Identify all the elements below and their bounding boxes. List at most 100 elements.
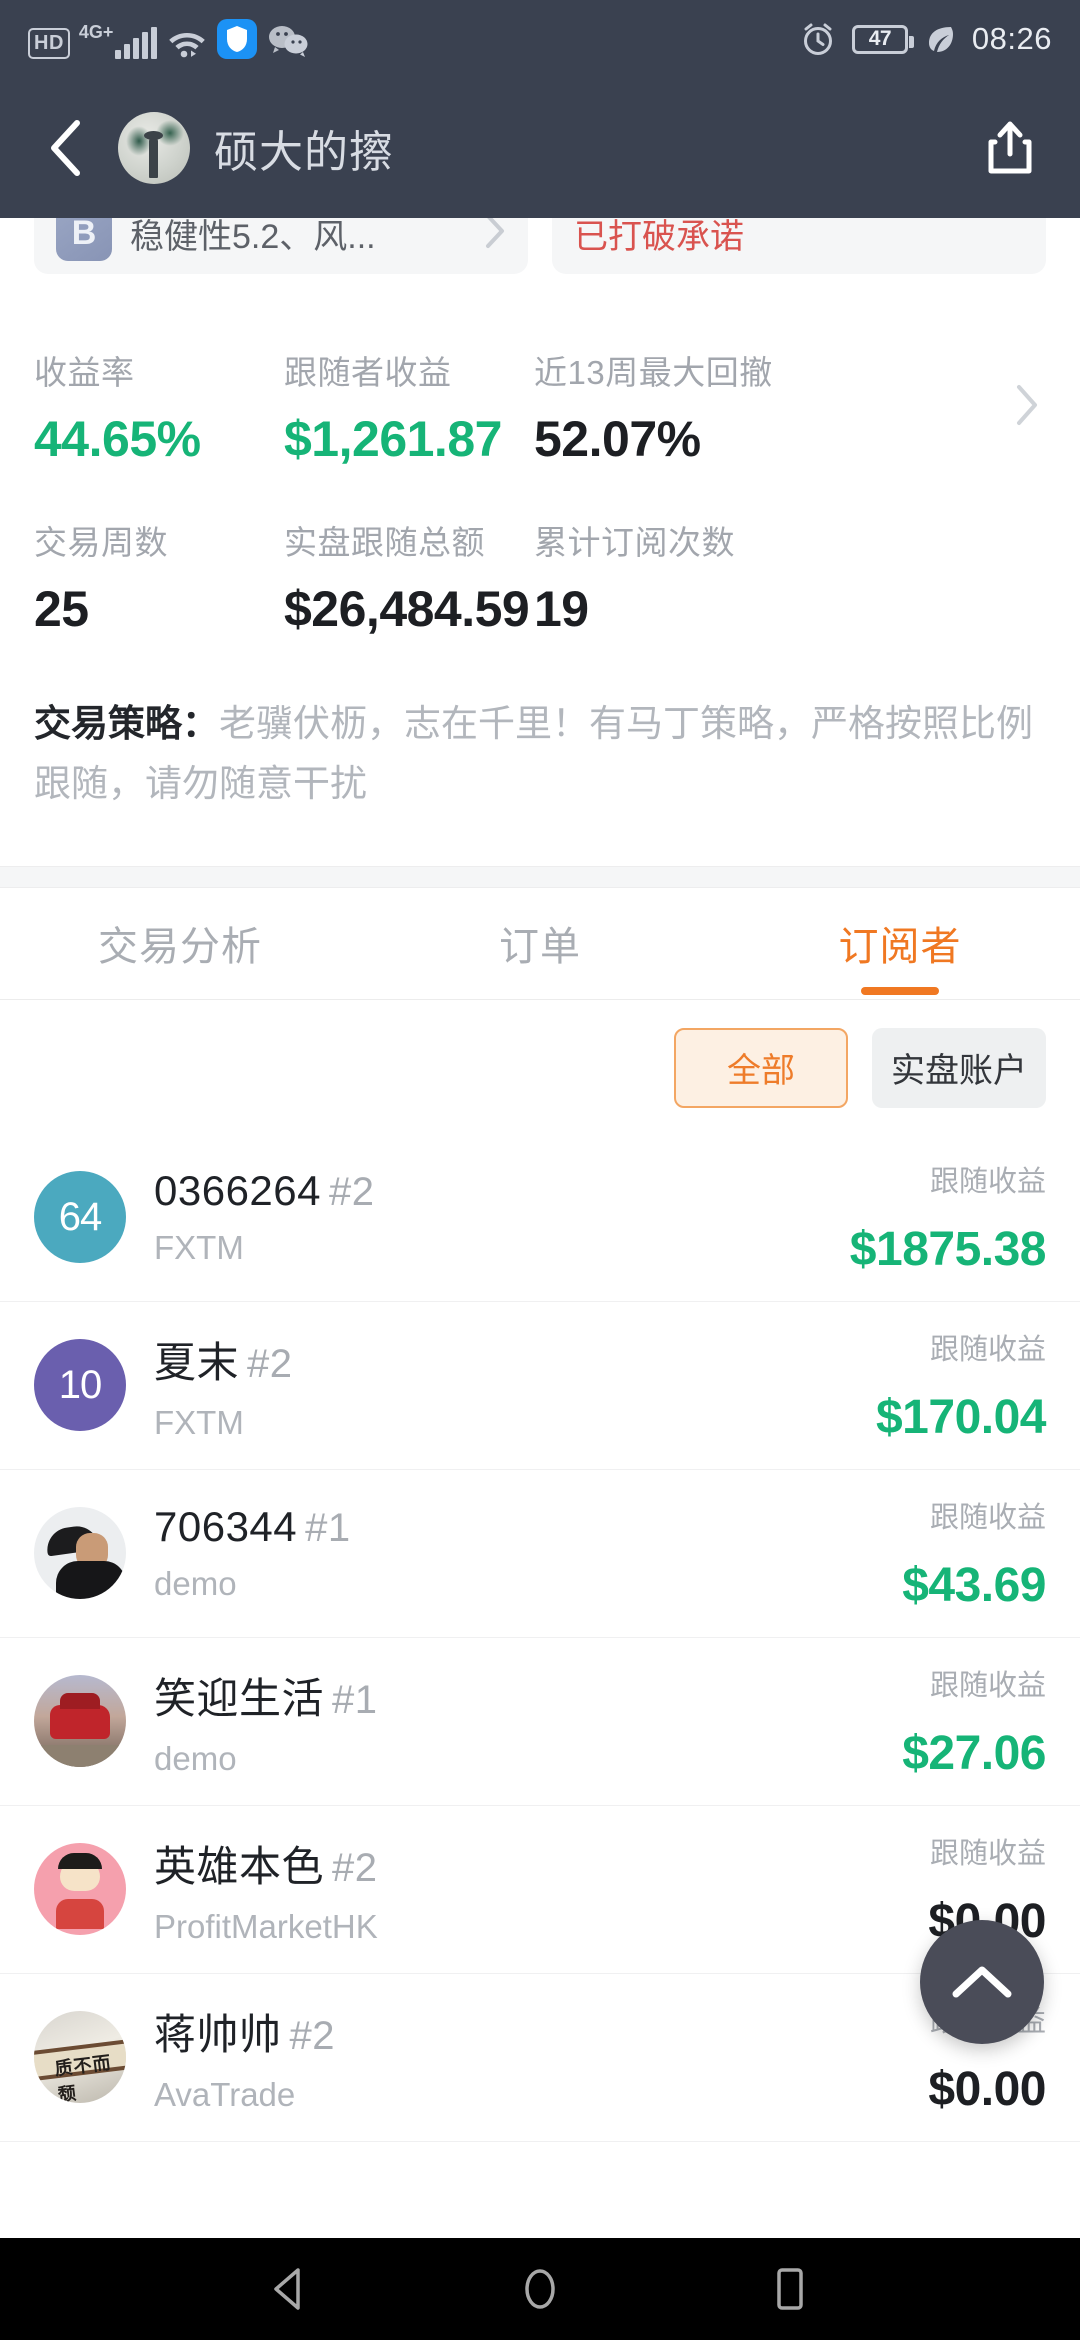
row-main: 0366264 #2 FXTM bbox=[154, 1167, 375, 1267]
android-recents-icon bbox=[777, 2268, 803, 2310]
table-row[interactable]: 英雄本色#2 ProfitMarketHK 跟随收益 $0.00 bbox=[0, 1806, 1080, 1974]
stat-label: 收益率 bbox=[34, 354, 135, 391]
avatar: 64 bbox=[34, 1171, 126, 1264]
stat-value: 44.65% bbox=[34, 411, 201, 467]
row-main: 蒋帅帅 #2 AvaTrade bbox=[154, 2001, 335, 2114]
subscriber-name: 0366264 #2 bbox=[154, 1167, 375, 1215]
network-type-label: 4G+ bbox=[78, 22, 114, 42]
subscriber-broker: ProfitMarketHK bbox=[154, 1907, 378, 1945]
row-profit: 跟随收益 $27.06 bbox=[902, 1662, 1046, 1781]
risk-badge-icon: B bbox=[56, 218, 112, 261]
stats-detail-chevron[interactable] bbox=[1014, 383, 1046, 432]
scroll-to-top-chevron-icon bbox=[952, 1966, 1012, 1998]
tab-active-underline bbox=[861, 986, 939, 995]
subscriber-tag: #1 bbox=[305, 1506, 351, 1551]
subscriber-name-text: 706344 bbox=[154, 1503, 298, 1551]
section-divider bbox=[0, 865, 1080, 888]
avatar-sign-text: 质不而颓 bbox=[53, 2052, 113, 2104]
wifi-icon bbox=[166, 27, 208, 59]
tab-label: 交易分析 bbox=[98, 925, 262, 970]
row-profit: 跟随收益 $170.04 bbox=[875, 1326, 1047, 1445]
risk-card-text: 稳健性5.2、风... bbox=[130, 218, 376, 256]
filter-chip-label: 全部 bbox=[727, 1052, 795, 1091]
profit-value: $170.04 bbox=[875, 1390, 1047, 1444]
avatar bbox=[34, 1843, 126, 1936]
table-row[interactable]: 笑迎生活 #1 demo 跟随收益 $27.06 bbox=[0, 1638, 1080, 1806]
signal-bars-glyph bbox=[115, 27, 158, 59]
tab-trade-analysis[interactable]: 交易分析 bbox=[0, 888, 360, 999]
stat-max-drawdown: 近13周最大回撤 52.07% bbox=[534, 346, 894, 468]
stat-trading-weeks: 交易周数 25 bbox=[34, 516, 284, 638]
avatar bbox=[34, 1507, 126, 1600]
subscriber-name-text: 0366264 bbox=[154, 1167, 322, 1215]
profit-value: $43.69 bbox=[902, 1558, 1046, 1612]
profit-value: $27.06 bbox=[902, 1726, 1046, 1780]
status-bar-right: 47 08:26 bbox=[800, 21, 1052, 57]
chevron-right-icon bbox=[484, 218, 506, 254]
subscriber-name: 706344 #1 bbox=[154, 1503, 351, 1551]
status-bar: HD 4G+ 47 08:26 bbox=[0, 0, 1080, 78]
tab-bar: 交易分析 订单 订阅者 bbox=[0, 887, 1080, 1000]
stat-value: $26,484.59 bbox=[284, 581, 530, 637]
profit-value: $1875.38 bbox=[849, 1222, 1047, 1276]
stats-panel[interactable]: 收益率 44.65% 跟随者收益 $1,261.87 近13周最大回撤 52.0… bbox=[0, 310, 1080, 638]
android-back-button[interactable] bbox=[260, 2259, 320, 2319]
status-bar-clock: 08:26 bbox=[971, 21, 1052, 56]
shield-icon bbox=[217, 19, 258, 59]
avatar: 质不而颓 bbox=[34, 2011, 126, 2104]
subscriber-tag: #1 bbox=[332, 1677, 378, 1722]
subscriber-name: 夏末 #2 bbox=[154, 1329, 293, 1390]
stat-value: $1,261.87 bbox=[284, 411, 502, 467]
filter-chip-label: 实盘账户 bbox=[891, 1052, 1027, 1091]
row-profit: 跟随收益 $1875.38 bbox=[849, 1158, 1047, 1277]
scroll-content[interactable]: B 稳健性5.2、风... 已打破承诺 收益率 44.65% 跟随者收益 $1,… bbox=[0, 218, 1080, 2240]
share-button[interactable] bbox=[974, 112, 1046, 184]
android-home-button[interactable] bbox=[510, 2259, 570, 2319]
stat-label: 累计订阅次数 bbox=[534, 524, 735, 561]
hd-icon: HD bbox=[28, 28, 70, 59]
system-navigation-bar bbox=[0, 2238, 1080, 2340]
risk-rating-card[interactable]: B 稳健性5.2、风... bbox=[34, 218, 528, 274]
android-recents-button[interactable] bbox=[760, 2259, 820, 2319]
subscriber-broker: demo bbox=[154, 1565, 237, 1603]
filter-chip-all[interactable]: 全部 bbox=[674, 1027, 848, 1108]
tab-label: 订阅者 bbox=[838, 925, 962, 970]
avatar bbox=[34, 1675, 126, 1768]
row-main: 英雄本色 #2 ProfitMarketHK bbox=[154, 1833, 378, 1946]
promise-broken-card[interactable]: 已打破承诺 bbox=[552, 218, 1046, 274]
stat-label: 交易周数 bbox=[34, 524, 168, 561]
tab-orders[interactable]: 订单 bbox=[360, 888, 720, 999]
subscriber-name: 英雄本色 #2 bbox=[154, 1833, 378, 1894]
alarm-clock-icon bbox=[800, 21, 836, 57]
stats-row-1: 收益率 44.65% 跟随者收益 $1,261.87 近13周最大回撤 52.0… bbox=[34, 346, 1046, 468]
profit-label: 跟随收益 bbox=[929, 1837, 1046, 1870]
table-row[interactable]: 64 0366264 #2 FXTM 跟随收益 $1875.38 bbox=[0, 1134, 1080, 1302]
tab-label: 订单 bbox=[499, 925, 581, 970]
stat-label: 跟随者收益 bbox=[284, 354, 452, 391]
tab-subscribers[interactable]: 订阅者 bbox=[720, 888, 1080, 999]
status-bar-left: HD 4G+ bbox=[28, 19, 310, 59]
table-row[interactable]: 10 夏末 #2 FXTM 跟随收益 $170.04 bbox=[0, 1302, 1080, 1470]
stat-live-follow-total: 实盘跟随总额 $26,484.59 bbox=[284, 516, 534, 638]
table-row[interactable]: 706344 #1 demo 跟随收益 $43.69 bbox=[0, 1470, 1080, 1638]
scroll-to-top-button[interactable] bbox=[920, 1920, 1044, 2044]
avatar[interactable] bbox=[118, 112, 190, 184]
row-main: 夏末 #2 FXTM bbox=[154, 1329, 293, 1442]
stat-value: 25 bbox=[34, 581, 89, 637]
avatar-initials: 10 bbox=[58, 1362, 102, 1407]
share-icon bbox=[988, 121, 1032, 174]
app-header: 硕大的擦 bbox=[0, 78, 1080, 218]
filter-chip-live-account[interactable]: 实盘账户 bbox=[872, 1027, 1046, 1108]
phone-screen: HD 4G+ 47 08:26 硕大的擦 B 稳健性5.2、风... 已打破承诺… bbox=[0, 0, 1080, 2340]
stat-label: 近13周最大回撤 bbox=[534, 354, 773, 391]
subscriber-list: 64 0366264 #2 FXTM 跟随收益 $1875.38 10 夏末 #2 … bbox=[0, 1133, 1080, 2142]
subscriber-broker: demo bbox=[154, 1739, 237, 1777]
subscriber-name: 蒋帅帅 #2 bbox=[154, 2001, 335, 2062]
back-button[interactable] bbox=[34, 115, 100, 181]
profit-label: 跟随收益 bbox=[929, 1501, 1046, 1534]
profit-label: 跟随收益 bbox=[929, 1165, 1046, 1198]
strategy-description: 交易策略：老骥伏枥，志在千里！有马丁策略，严格按照比例跟随，请勿随意干扰 bbox=[0, 638, 1080, 814]
android-home-icon bbox=[525, 2269, 555, 2309]
table-row[interactable]: 质不而颓 蒋帅帅#2 AvaTrade 跟随收益 $0.00 bbox=[0, 1974, 1080, 2142]
subscriber-tag: #2 bbox=[289, 2013, 336, 2058]
